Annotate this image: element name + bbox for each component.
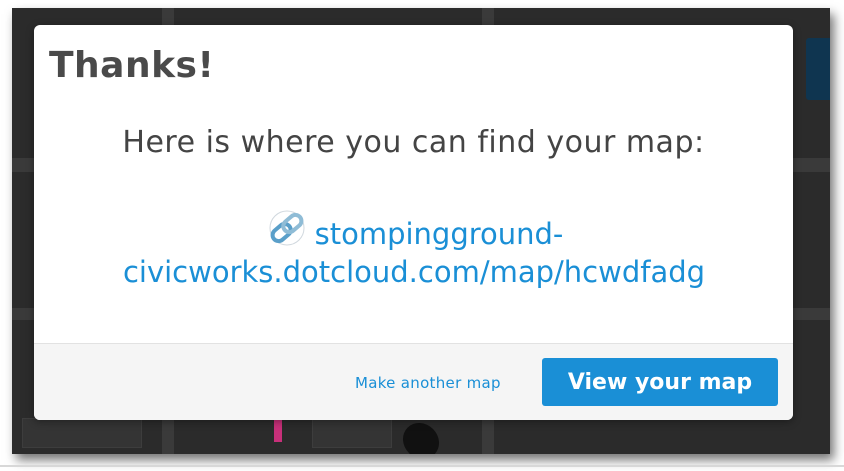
map-url-line1: stompingground-	[314, 217, 564, 251]
map-marker-dot	[274, 420, 282, 442]
map-block	[312, 418, 392, 448]
modal-title: Thanks!	[49, 45, 215, 86]
map-block	[22, 418, 142, 448]
modal-message: Here is where you can find your map:	[122, 125, 705, 160]
map-pin-icon	[395, 415, 447, 454]
modal-footer: Make another map View your map	[34, 343, 793, 420]
side-panel-tab[interactable]	[806, 38, 830, 100]
divider	[0, 465, 844, 467]
map-url-link[interactable]: stompingground- civicworks.dotcloud.com/…	[64, 210, 764, 290]
make-another-map-link[interactable]: Make another map	[355, 374, 501, 392]
view-your-map-button[interactable]: View your map	[542, 358, 778, 406]
map-url-line2: civicworks.dotcloud.com/map/hcwdfadg	[122, 255, 706, 289]
chain-link-icon	[265, 210, 309, 254]
thanks-modal: Thanks! Here is where you can find your …	[34, 25, 793, 420]
